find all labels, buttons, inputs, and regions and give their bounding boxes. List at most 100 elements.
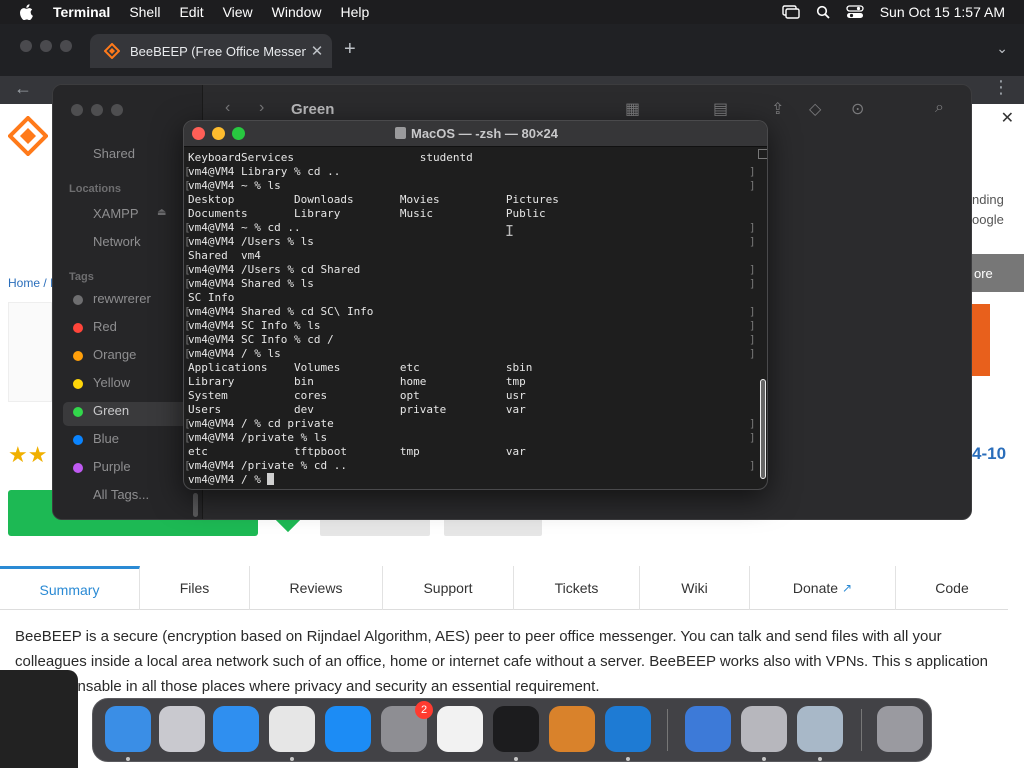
tab-support[interactable]: Support: [383, 566, 514, 610]
share-icon[interactable]: ⇪: [771, 99, 784, 119]
dock-system-settings-icon[interactable]: 2: [381, 701, 433, 752]
sidebar-tag-blue[interactable]: Blue: [93, 431, 119, 446]
new-tab-button[interactable]: +: [344, 38, 356, 61]
sidebar-header-tags: Tags: [69, 271, 94, 283]
browser-tab-beebeep[interactable]: BeeBEEP (Free Office Messen ✕: [90, 34, 332, 68]
browser-menu-icon[interactable]: ⋮: [992, 77, 1010, 98]
sidebar-header-locations: Locations: [69, 183, 121, 195]
forward-chevron-icon[interactable]: ›: [259, 99, 264, 117]
site-logo-icon[interactable]: [8, 116, 48, 156]
prompt-mark-right: ]: [749, 235, 754, 249]
scrollbar-thumb[interactable]: [760, 379, 766, 479]
tab-code-label: Code: [935, 580, 969, 596]
side-text-2: oogle: [972, 212, 1004, 227]
dock-trash-icon[interactable]: [877, 706, 923, 752]
dock-quicktime-icon[interactable]: [797, 706, 843, 752]
dock-settings-icon[interactable]: [741, 706, 787, 752]
dock-instruments-icon[interactable]: [549, 706, 595, 752]
menubar-clock[interactable]: Sun Oct 15 1:57 AM: [880, 4, 1005, 20]
ad-banner[interactable]: [972, 304, 990, 376]
tab-code[interactable]: Code: [896, 566, 1008, 610]
dock-chrome-icon[interactable]: [269, 706, 315, 752]
sidebar-tag-alltags[interactable]: All Tags...: [93, 487, 149, 502]
breadcrumb[interactable]: Home / I: [8, 276, 53, 290]
terminal-line: Documents Library Music Public: [184, 207, 754, 221]
terminal-line-text: vm4@VM4 SC Info % cd /: [188, 333, 334, 346]
dock-vs-code-icon[interactable]: [605, 706, 651, 752]
terminal-line-text: vm4@VM4 ~ % cd ..: [188, 221, 301, 234]
terminal-line-text: vm4@VM4 Library % cd ..: [188, 165, 341, 178]
tab-wiki[interactable]: Wiki: [640, 566, 750, 610]
finder-search-icon[interactable]: ⌕: [935, 99, 944, 117]
terminal-output[interactable]: KeyboardServices studentd vm4@VM4 Library…: [184, 151, 754, 489]
close-tab-icon[interactable]: ✕: [306, 42, 328, 60]
dock-weather-icon[interactable]: [685, 706, 731, 752]
terminal-line-text: vm4@VM4 / % cd private: [188, 417, 334, 430]
tab-files[interactable]: Files: [140, 566, 250, 610]
sidebar-item-shared[interactable]: Shared: [93, 146, 135, 161]
disk-icon: [394, 127, 406, 139]
terminal-line: System cores opt usr: [184, 389, 754, 403]
prompt-mark-right: ]: [749, 221, 754, 235]
sidebar-item-xampp[interactable]: XAMPP: [93, 206, 139, 221]
tag-icon[interactable]: ◇: [809, 99, 821, 119]
menu-help[interactable]: Help: [340, 4, 369, 20]
dock-app-store-icon[interactable]: [325, 706, 371, 752]
sidebar-item-network[interactable]: Network: [93, 234, 141, 249]
running-indicator: [514, 757, 518, 761]
menu-view[interactable]: View: [223, 4, 253, 20]
terminal-line: Users dev private var: [184, 403, 754, 417]
running-indicator: [626, 757, 630, 761]
tab-tickets[interactable]: Tickets: [514, 566, 640, 610]
control-center-icon[interactable]: [846, 5, 864, 19]
browser-tab-title: BeeBEEP (Free Office Messen: [130, 43, 306, 59]
browser-window-controls[interactable]: [20, 40, 72, 52]
menu-window[interactable]: Window: [272, 4, 322, 20]
terminal-scrollbar[interactable]: [758, 149, 767, 489]
prompt-mark-right: ]: [749, 305, 754, 319]
finder-sidebar: Shared Locations XAMPP ⏏ Network Tags re…: [53, 85, 203, 519]
back-chevron-icon[interactable]: ‹: [225, 99, 230, 117]
apple-icon[interactable]: [19, 4, 33, 20]
more-button[interactable]: ore: [972, 254, 1024, 292]
sidebar-tag-orange[interactable]: Orange: [93, 347, 136, 362]
notification-badge: 2: [415, 701, 433, 719]
back-arrow-icon[interactable]: ←: [14, 78, 32, 99]
sidebar-scrollbar[interactable]: [193, 493, 198, 517]
terminal-line-text: etc tftpboot tmp var: [188, 445, 526, 458]
menu-edit[interactable]: Edit: [179, 4, 203, 20]
dock-textedit-icon[interactable]: [437, 706, 483, 752]
more-actions-icon[interactable]: ⊙: [851, 99, 864, 119]
banner-close-icon[interactable]: ✕: [1001, 108, 1014, 128]
dock-launchpad-icon[interactable]: [159, 706, 205, 752]
sidebar-tag-rewwrerer[interactable]: rewwrerer: [93, 291, 151, 306]
finder-window-controls[interactable]: [71, 104, 123, 116]
prompt-mark-right: ]: [749, 263, 754, 277]
group-icon[interactable]: ▤: [713, 99, 728, 119]
dock-terminal-icon[interactable]: [493, 706, 539, 752]
dock: 2: [92, 698, 932, 762]
tab-donate[interactable]: Donate ↗: [750, 566, 896, 610]
sidebar-tag-purple[interactable]: Purple: [93, 459, 131, 474]
terminal-titlebar[interactable]: MacOS — -zsh — 80×24: [184, 121, 767, 147]
view-grid-icon[interactable]: ▦: [625, 99, 640, 119]
sidebar-tag-yellow[interactable]: Yellow: [93, 375, 130, 390]
terminal-line: vm4@VM4 SC Info % ls[]: [184, 319, 754, 333]
eject-icon[interactable]: ⏏: [157, 207, 166, 218]
dock-safari-icon[interactable]: [213, 706, 259, 752]
prompt-mark-right: ]: [749, 333, 754, 347]
terminal-line: vm4@VM4 /Users % ls[]: [184, 235, 754, 249]
tab-summary[interactable]: Summary: [0, 566, 140, 610]
prompt-mark-left: [: [184, 333, 191, 346]
sidebar-tag-green[interactable]: Green: [93, 403, 129, 418]
sidebar-tag-red[interactable]: Red: [93, 319, 117, 334]
dock-finder-icon[interactable]: [105, 706, 151, 752]
tab-reviews[interactable]: Reviews: [250, 566, 383, 610]
prompt-mark-left: [: [184, 347, 191, 360]
screen-mirroring-icon[interactable]: [782, 5, 800, 19]
tag-color-dot-icon: [73, 463, 83, 473]
menu-app-terminal[interactable]: Terminal: [53, 4, 110, 20]
spotlight-search-icon[interactable]: [816, 5, 830, 19]
menu-shell[interactable]: Shell: [129, 4, 160, 20]
tab-search-chevron-icon[interactable]: ⌄: [996, 40, 1008, 57]
